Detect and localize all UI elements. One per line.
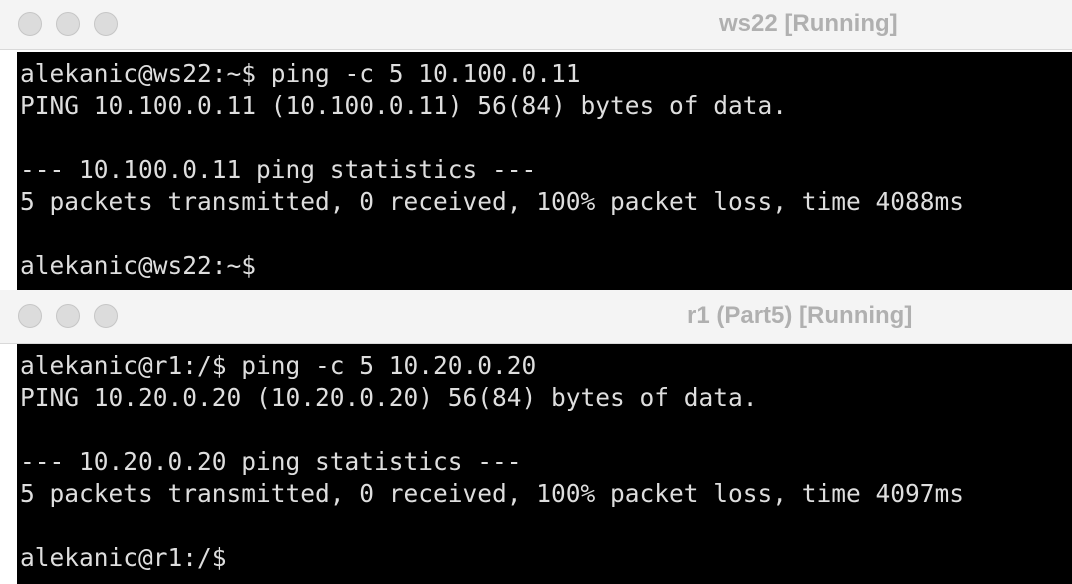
window-title: ws22 [Running] bbox=[719, 10, 898, 37]
window-titlebar[interactable]: r1 (Part5) [Running] bbox=[0, 290, 1072, 344]
terminal-screen[interactable]: alekanic@ws22:~$ ping -c 5 10.100.0.11 P… bbox=[17, 52, 1072, 290]
window-controls bbox=[18, 12, 118, 36]
close-button[interactable] bbox=[18, 12, 42, 36]
window-titlebar[interactable]: ws22 [Running] bbox=[0, 0, 1072, 50]
minimize-button[interactable] bbox=[56, 304, 80, 328]
terminal-line: 5 packets transmitted, 0 received, 100% … bbox=[20, 187, 965, 216]
terminal-line: alekanic@ws22:~$ ping -c 5 10.100.0.11 bbox=[20, 59, 581, 88]
terminal-line: PING 10.20.0.20 (10.20.0.20) 56(84) byte… bbox=[20, 383, 758, 412]
terminal-line: alekanic@r1:/$ ping -c 5 10.20.0.20 bbox=[20, 351, 537, 380]
minimize-button[interactable] bbox=[56, 12, 80, 36]
terminal-line: --- 10.100.0.11 ping statistics --- bbox=[20, 155, 537, 184]
vm-window-r1[interactable]: r1 (Part5) [Running] alekanic@r1:/$ ping… bbox=[0, 290, 1072, 584]
close-button[interactable] bbox=[18, 304, 42, 328]
zoom-button[interactable] bbox=[94, 304, 118, 328]
terminal-line: 5 packets transmitted, 0 received, 100% … bbox=[20, 479, 965, 508]
vm-window-ws22[interactable]: ws22 [Running] alekanic@ws22:~$ ping -c … bbox=[0, 0, 1072, 290]
terminal-line: PING 10.100.0.11 (10.100.0.11) 56(84) by… bbox=[20, 91, 788, 120]
terminal-line: --- 10.20.0.20 ping statistics --- bbox=[20, 447, 522, 476]
terminal-prompt: alekanic@r1:/$ bbox=[20, 543, 227, 572]
window-title: r1 (Part5) [Running] bbox=[687, 302, 913, 329]
window-controls bbox=[18, 304, 118, 328]
zoom-button[interactable] bbox=[94, 12, 118, 36]
terminal-screen[interactable]: alekanic@r1:/$ ping -c 5 10.20.0.20 PING… bbox=[17, 344, 1072, 584]
terminal-prompt: alekanic@ws22:~$ bbox=[20, 251, 257, 280]
